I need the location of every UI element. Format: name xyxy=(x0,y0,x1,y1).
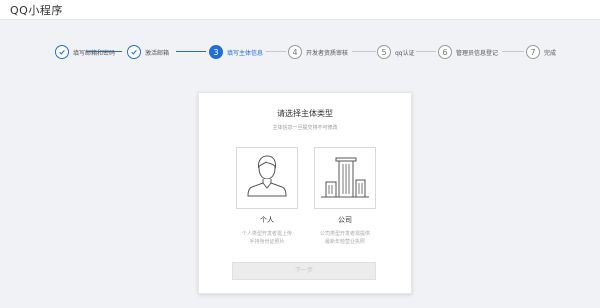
step-label: qq认证 xyxy=(395,49,415,57)
desc-line: 公司类型开发者需提供 xyxy=(319,231,370,237)
step-7: 7 完成 xyxy=(526,44,556,60)
step-3: 3 填写主体信息 xyxy=(209,44,263,60)
option-company-name: 公司 xyxy=(338,216,352,224)
step-number: 7 xyxy=(526,45,540,59)
option-individual-name: 个人 xyxy=(260,216,274,224)
step-number: 6 xyxy=(438,45,452,59)
step-number: 4 xyxy=(288,45,302,59)
option-individual-box[interactable] xyxy=(236,147,298,209)
entity-type-card: 请选择主体类型 主体信息一旦提交将不可修改 个人 个人类型开发者需上传 手持身份… xyxy=(198,92,412,294)
top-header: QQ小程序 xyxy=(0,0,600,20)
step-5: 5 qq认证 xyxy=(377,44,415,60)
option-company-desc: 公司类型开发者需提供 最新年检营业执照 xyxy=(306,230,384,246)
option-company[interactable]: 公司 公司类型开发者需提供 最新年检营业执照 xyxy=(314,147,376,246)
app-title: QQ小程序 xyxy=(10,4,63,17)
option-company-box[interactable] xyxy=(314,147,376,209)
card-title: 请选择主体类型 xyxy=(277,109,333,118)
step-4: 4 开发者资质审核 xyxy=(288,44,348,60)
step-1: 填写邮箱和密码 xyxy=(55,44,115,60)
step-number: 3 xyxy=(209,45,223,59)
step-label: 开发者资质审核 xyxy=(306,49,349,57)
option-individual-desc: 个人类型开发者需上传 手持身份证照片 xyxy=(228,230,306,246)
option-individual[interactable]: 个人 个人类型开发者需上传 手持身份证照片 xyxy=(236,147,298,246)
step-label: 完成 xyxy=(544,49,557,57)
desc-line: 个人类型开发者需上传 xyxy=(241,231,292,237)
step-label: 激活邮箱 xyxy=(145,49,170,57)
person-icon xyxy=(244,152,290,204)
step-2: 激活邮箱 xyxy=(127,44,169,60)
next-button[interactable]: 下一步 xyxy=(232,262,376,280)
step-label: 填写邮箱和密码 xyxy=(73,49,116,57)
step-label: 管理员信息登记 xyxy=(456,49,499,57)
progress-steps: 填写邮箱和密码 激活邮箱 3 填写主体信息 4 开发者资质审核 5 qq认证 6… xyxy=(0,44,600,60)
checkmark-icon xyxy=(127,45,141,59)
checkmark-icon xyxy=(55,45,69,59)
step-label: 填写主体信息 xyxy=(227,49,264,57)
step-number: 5 xyxy=(377,45,391,59)
card-subtitle: 主体信息一旦提交将不可修改 xyxy=(272,125,338,131)
desc-line: 手持身份证照片 xyxy=(249,239,285,245)
building-icon xyxy=(319,152,371,204)
step-6: 6 管理员信息登记 xyxy=(438,44,498,60)
desc-line: 最新年检营业执照 xyxy=(324,239,365,245)
